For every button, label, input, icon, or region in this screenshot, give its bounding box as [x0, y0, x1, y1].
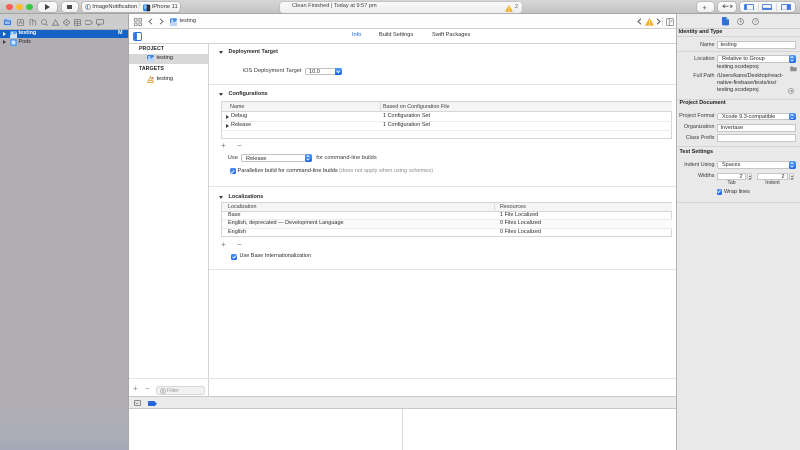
svg-text:?: ? — [754, 19, 757, 24]
